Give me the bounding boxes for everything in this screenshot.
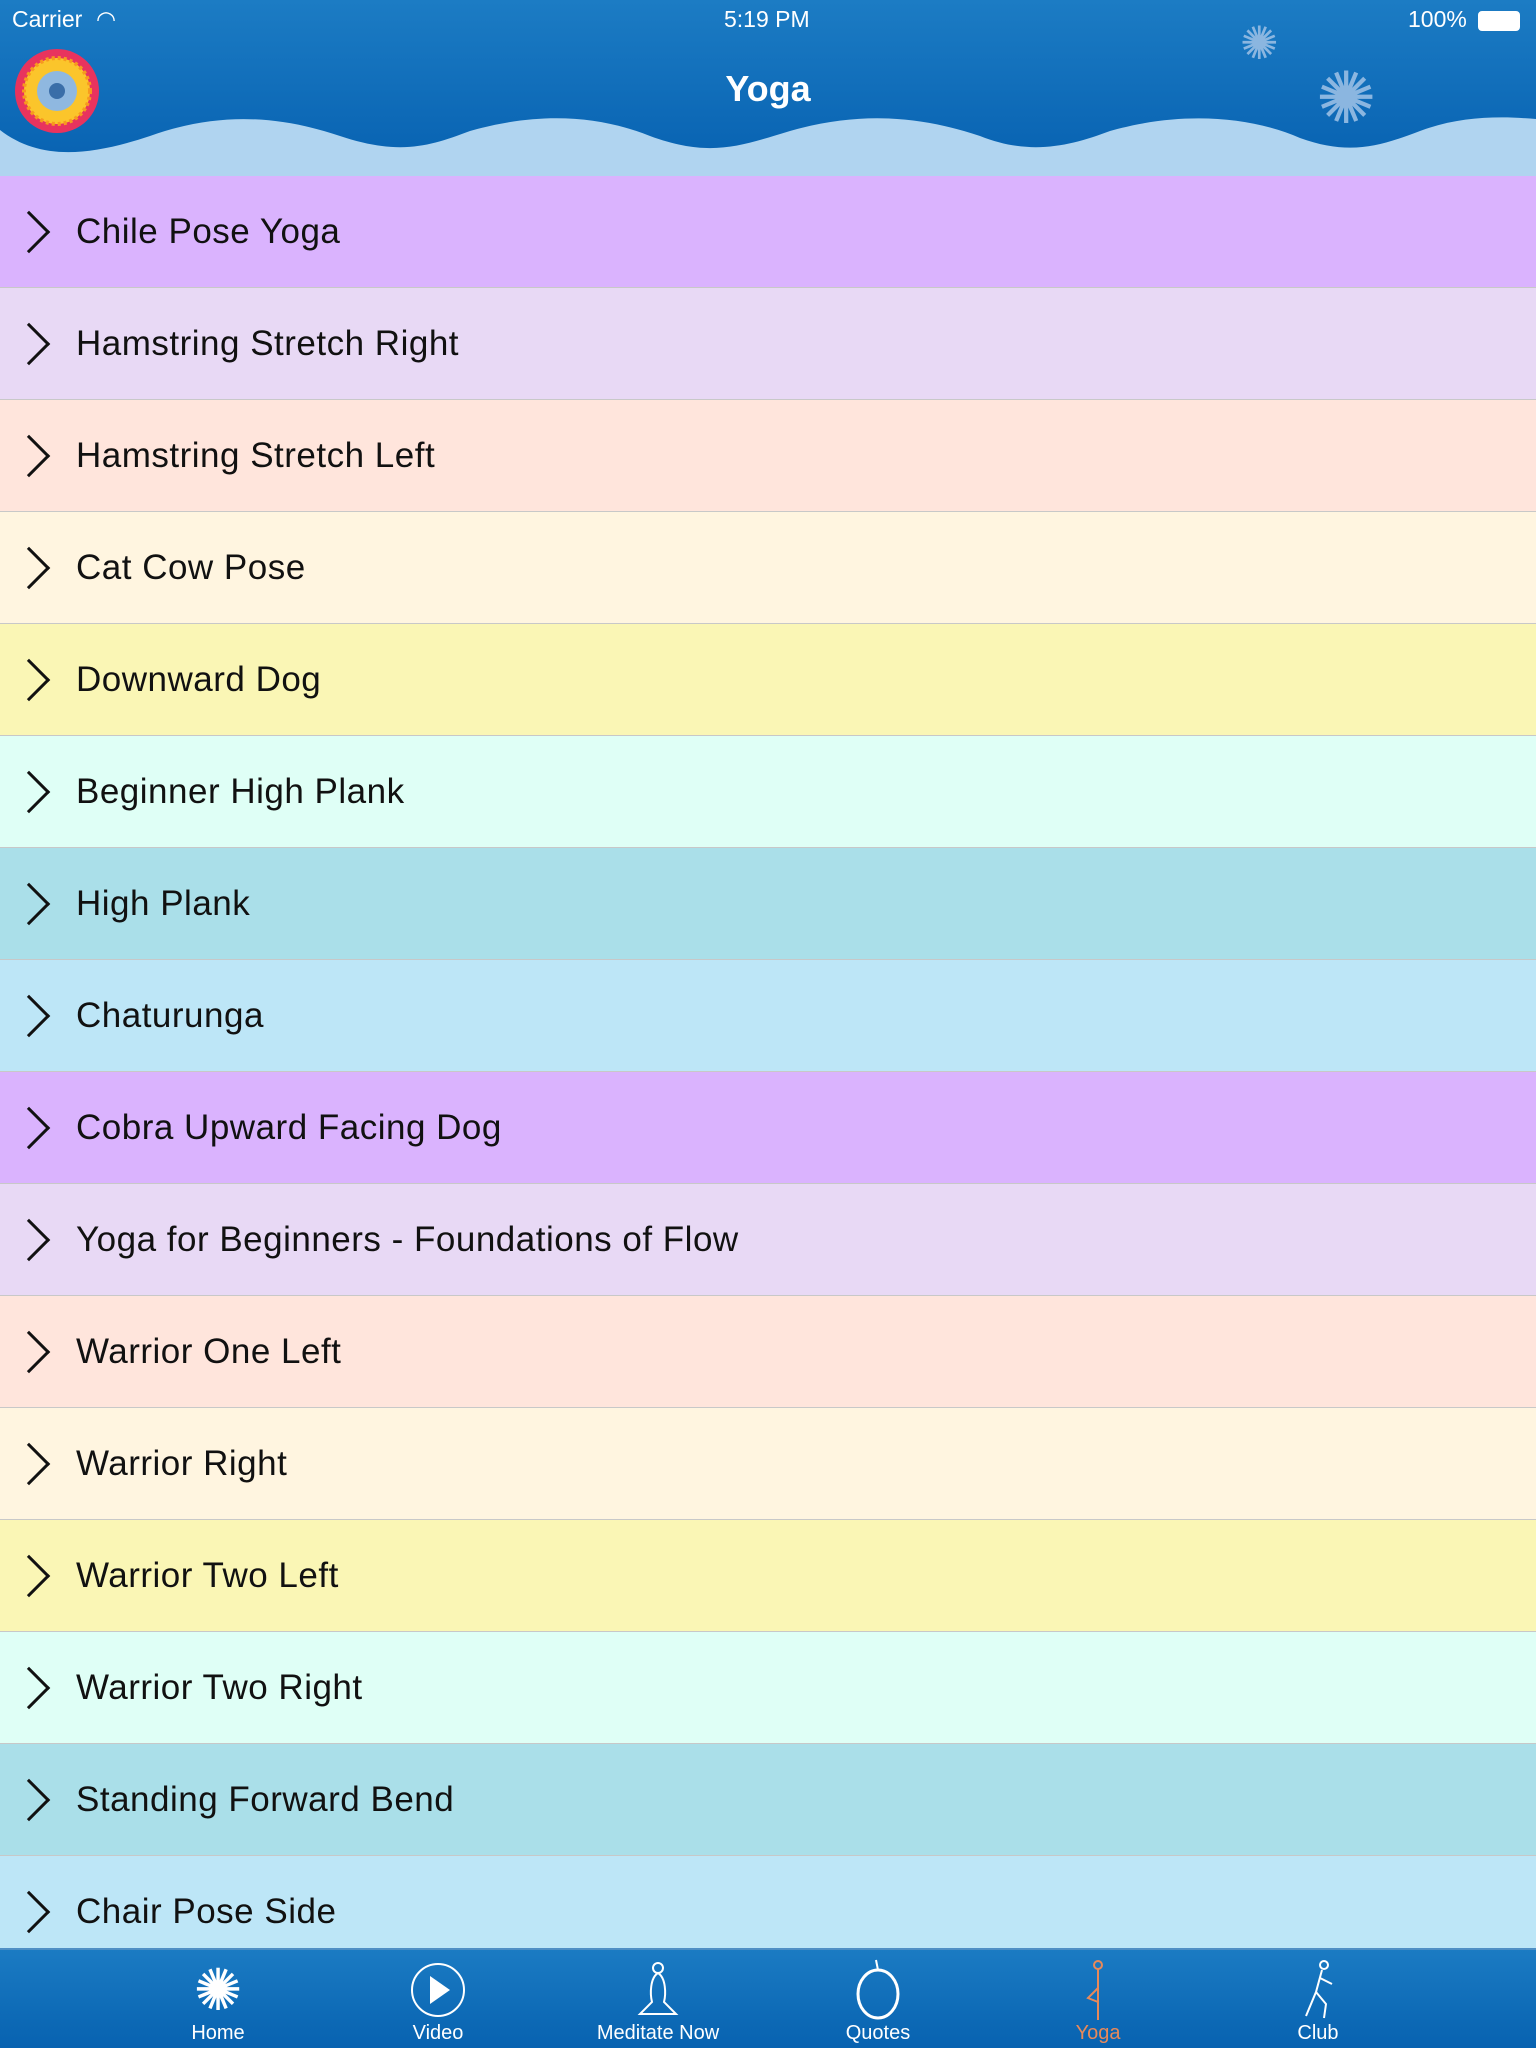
- tab-yoga[interactable]: Yoga: [988, 1950, 1208, 2048]
- chevron-right-icon: [7, 658, 51, 701]
- list-item[interactable]: Warrior Right: [0, 1408, 1536, 1520]
- list-item[interactable]: High Plank: [0, 848, 1536, 960]
- chevron-right-icon: [7, 994, 51, 1037]
- chevron-right-icon: [7, 882, 51, 925]
- list-item-label: Cat Cow Pose: [76, 547, 306, 587]
- tab-label: Home: [191, 2022, 245, 2044]
- chevron-right-icon: [7, 1666, 51, 1709]
- chevron-right-icon: [7, 1554, 51, 1597]
- list-item-label: Warrior Two Left: [76, 1555, 339, 1595]
- play-icon: [411, 1963, 465, 2017]
- list-item[interactable]: Hamstring Stretch Left: [0, 400, 1536, 512]
- page-title: Yoga: [725, 68, 811, 109]
- list-item-label: Chaturunga: [76, 995, 264, 1035]
- list-item[interactable]: Downward Dog: [0, 624, 1536, 736]
- list-item[interactable]: Warrior Two Right: [0, 1632, 1536, 1744]
- wave-decoration: [0, 117, 1536, 176]
- battery-icon: [1478, 11, 1520, 31]
- chevron-right-icon: [7, 322, 51, 365]
- svg-text:✺: ✺: [194, 1958, 243, 2022]
- list-item-label: Chile Pose Yoga: [76, 211, 341, 251]
- tab-label: Meditate Now: [596, 2022, 720, 2044]
- tab-club[interactable]: Club: [1208, 1950, 1428, 2048]
- list-item[interactable]: Chair Pose Side: [0, 1856, 1536, 1948]
- list-item[interactable]: Cat Cow Pose: [0, 512, 1536, 624]
- chevron-right-icon: [7, 1106, 51, 1149]
- tab-label: Video: [412, 2022, 464, 2044]
- meditate-icon: [637, 1962, 679, 2015]
- list-item-label: Standing Forward Bend: [76, 1779, 455, 1819]
- list-item-label: Hamstring Stretch Right: [76, 323, 460, 363]
- runner-icon: [1305, 1960, 1333, 2019]
- list-item[interactable]: Warrior One Left: [0, 1296, 1536, 1408]
- apple-icon: [856, 1959, 900, 2020]
- carrier-label: Carrier: [12, 6, 83, 32]
- list-item-label: Warrior Two Right: [76, 1667, 363, 1707]
- tab-quotes[interactable]: Quotes: [768, 1950, 988, 2048]
- list-item-label: High Plank: [76, 883, 251, 923]
- list-item-label: Yoga for Beginners - Foundations of Flow: [76, 1219, 739, 1259]
- tab-label: Quotes: [845, 2022, 911, 2044]
- clock: 5:19 PM: [724, 6, 810, 32]
- flower-icon: ✺: [194, 1958, 243, 2022]
- list-item[interactable]: Hamstring Stretch Right: [0, 288, 1536, 400]
- chevron-right-icon: [7, 1442, 51, 1485]
- chevron-right-icon: [7, 1218, 51, 1261]
- list-item[interactable]: Beginner High Plank: [0, 736, 1536, 848]
- list-item-label: Hamstring Stretch Left: [76, 435, 436, 475]
- list-item[interactable]: Chaturunga: [0, 960, 1536, 1072]
- chevron-right-icon: [7, 1330, 51, 1373]
- snowflake-icon: ✺: [1240, 17, 1279, 69]
- list-item[interactable]: Chile Pose Yoga: [0, 176, 1536, 288]
- tab-bar: ✺ Home Video Meditate Now Quotes Yoga Club: [0, 1948, 1536, 2048]
- nav-header: Carrier ◠ 5:19 PM 100% Yoga ✺ ✺: [0, 0, 1536, 176]
- list-item-label: Warrior One Left: [76, 1331, 342, 1371]
- tab-label: Yoga: [1075, 2022, 1121, 2044]
- battery-percent: 100%: [1408, 6, 1467, 32]
- yoga-list[interactable]: Chile Pose Yoga Hamstring Stretch Right Ha…: [0, 176, 1536, 1948]
- tab-label: Club: [1297, 2022, 1339, 2044]
- yoga-pose-icon: [1086, 1960, 1103, 2020]
- chevron-right-icon: [7, 1778, 51, 1821]
- wifi-icon: ◠: [96, 6, 117, 32]
- tab-home[interactable]: ✺ Home: [108, 1950, 328, 2048]
- tab-video[interactable]: Video: [328, 1950, 548, 2048]
- list-item[interactable]: Yoga for Beginners - Foundations of Flow: [0, 1184, 1536, 1296]
- list-item[interactable]: Standing Forward Bend: [0, 1744, 1536, 1856]
- chevron-right-icon: [7, 546, 51, 589]
- chevron-right-icon: [7, 210, 51, 253]
- list-item[interactable]: Cobra Upward Facing Dog: [0, 1072, 1536, 1184]
- list-item-label: Beginner High Plank: [76, 771, 405, 811]
- chevron-right-icon: [7, 434, 51, 477]
- chevron-right-icon: [7, 1890, 51, 1933]
- chevron-right-icon: [7, 770, 51, 813]
- tab-meditate-now[interactable]: Meditate Now: [548, 1950, 768, 2048]
- list-item-label: Warrior Right: [76, 1443, 288, 1483]
- list-item-label: Cobra Upward Facing Dog: [76, 1107, 502, 1147]
- list-item-label: Downward Dog: [76, 659, 322, 699]
- list-item-label: Chair Pose Side: [76, 1891, 337, 1931]
- list-item[interactable]: Warrior Two Left: [0, 1520, 1536, 1632]
